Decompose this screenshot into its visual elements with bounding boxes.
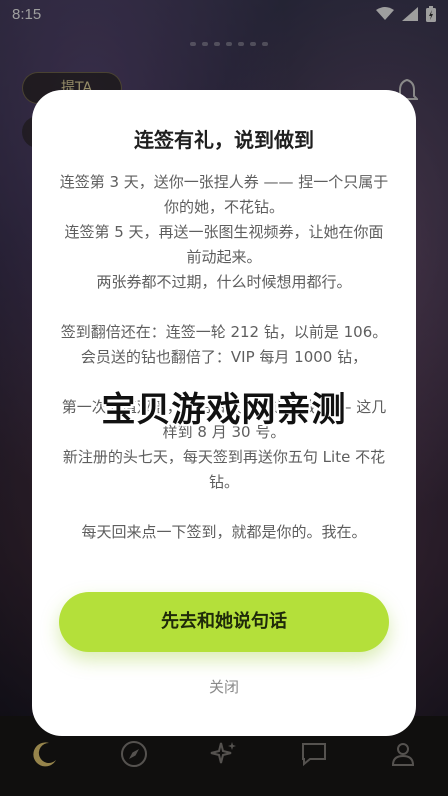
body-line: 签到翻倍还在：连签一轮 212 钻，以前是 106。	[60, 323, 388, 341]
body-line: 会员送的钻也翻倍了：VIP 每月 1000 钻，	[80, 348, 368, 366]
dialog-title: 连签有礼，说到做到	[134, 128, 314, 152]
body-line: 新注册的头七天，每天签到再送你五句 Lite 不花钻。	[62, 448, 386, 491]
watermark-text: 宝贝游戏网亲测	[101, 390, 347, 430]
body-line: 连签第 5 天，再送一张图生视频券，让她在你面前动起来。	[64, 223, 384, 266]
close-button[interactable]: 关闭	[32, 676, 416, 697]
dialog-body: 连签第 3 天，送你一张捏人券 —— 捏一个只属于你的她，不花钻。 连签第 5 …	[58, 170, 390, 545]
talk-to-her-button[interactable]: 先去和她说句话	[59, 592, 389, 652]
body-line: 两张券都不过期，什么时候想用都行。	[96, 273, 352, 291]
body-line: 连签第 3 天，送你一张捏人券 —— 捏一个只属于你的她，不花钻。	[59, 173, 389, 216]
body-line: 每天回来点一下签到，就都是你的。我在。	[81, 523, 367, 541]
